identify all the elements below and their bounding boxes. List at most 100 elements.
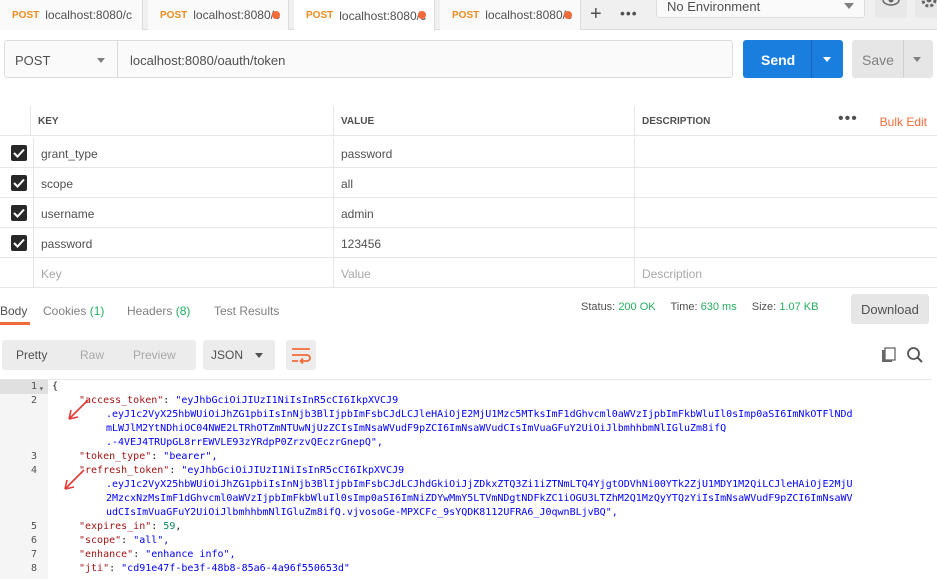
annotation-arrow-icon: [64, 469, 85, 490]
request-tab[interactable]: POST localhost:8080/c: [148, 0, 289, 30]
param-key-cell[interactable]: username: [33, 198, 333, 228]
copy-icon[interactable]: [881, 347, 897, 363]
wrap-lines-button[interactable]: [286, 340, 316, 370]
fold-arrow-icon[interactable]: ▾: [39, 382, 44, 396]
bulk-edit-link[interactable]: Bulk Edit: [880, 115, 927, 129]
response-tabs: Body Cookies (1) Headers (8) Test Result…: [0, 296, 937, 326]
response-body-viewer[interactable]: 1 ▾ { 2 "access_token": "eyJhbGciOiJIUzI…: [0, 379, 932, 579]
annotation-arrow-icon: [68, 399, 89, 420]
save-options-chevron-icon[interactable]: [913, 57, 921, 62]
line-number: 5: [30, 521, 37, 532]
tab-method: POST: [306, 10, 334, 21]
tab-body[interactable]: Body: [0, 304, 27, 318]
table-row: username admin: [0, 198, 937, 228]
line-number: 2: [30, 395, 37, 406]
line-number: 4: [30, 465, 37, 476]
unsaved-dot-icon: [272, 11, 280, 19]
line-number: 7: [30, 549, 37, 560]
row-checkbox[interactable]: [11, 235, 27, 251]
send-options-chevron-icon[interactable]: [823, 57, 831, 62]
param-description-cell[interactable]: [634, 198, 937, 228]
new-key-input[interactable]: Key: [33, 258, 333, 288]
gear-icon: [921, 0, 937, 8]
json-key: "token_type": [79, 451, 152, 462]
code-line: "access_token": "eyJhbGciOiJIUzI1NiIsInR…: [79, 395, 399, 406]
environment-quick-look-button[interactable]: [875, 0, 907, 18]
send-button-label: Send: [761, 52, 796, 68]
param-description-cell[interactable]: [634, 138, 937, 168]
chevron-down-icon: [97, 58, 105, 63]
table-header-row: KEY VALUE DESCRIPTION ••• Bulk Edit: [0, 106, 937, 136]
send-button[interactable]: Send: [743, 40, 843, 78]
code-line-wrap: 2MzcxNzMsImF1dGhvcml0aWVzIjpbImFkbWluIl0…: [106, 493, 853, 504]
code-line-wrap: .eyJ1c2VyX25hbWUiOiJhZG1pbiIsInNjb3BlIjp…: [106, 409, 853, 420]
response-status: Status: 200 OK Time: 630 ms Size: 1.07 K…: [581, 301, 830, 313]
json-key: "refresh_token": [79, 465, 170, 476]
new-tab-plus-icon[interactable]: +: [590, 3, 602, 26]
environment-settings-button[interactable]: [915, 0, 937, 18]
code-line: "expires_in": 59,: [79, 521, 182, 532]
request-tab[interactable]: POST localhost:8080/c: [0, 0, 143, 30]
new-value-input[interactable]: Value: [333, 258, 634, 288]
tab-method: POST: [12, 9, 40, 21]
request-url-value: localhost:8080/oauth/token: [130, 53, 286, 68]
row-checkbox[interactable]: [11, 205, 27, 221]
save-button[interactable]: Save: [852, 40, 933, 78]
tab-options-more-icon[interactable]: •••: [620, 5, 638, 21]
code-line: "refresh_token": "eyJhbGciOiJIUzI1NiIsIn…: [79, 465, 405, 476]
column-options-more-icon[interactable]: •••: [838, 110, 858, 128]
row-checkbox[interactable]: [11, 145, 27, 161]
request-tab[interactable]: POST localhost:8080/c: [440, 0, 581, 30]
line-number: 3: [30, 451, 37, 462]
tab-headers[interactable]: Headers (8): [127, 304, 190, 318]
checkmark-icon: [13, 178, 25, 188]
http-method-select[interactable]: POST: [4, 40, 118, 78]
request-url-input[interactable]: localhost:8080/oauth/token: [117, 40, 733, 78]
request-tab-bar: POST localhost:8080/c POST localhost:808…: [0, 0, 937, 31]
download-button[interactable]: Download: [851, 294, 929, 324]
new-description-input[interactable]: Description: [634, 258, 937, 288]
json-string: "eyJhbGciOiJIUzI1NiIsInR5cCI6IkpXVCJ9: [175, 395, 399, 406]
line-number: 8: [30, 563, 37, 574]
time-value: 630 ms: [700, 301, 737, 313]
format-select[interactable]: JSON: [203, 340, 275, 370]
json-key: "expires_in": [79, 521, 152, 532]
code-line-wrap: .eyJ1c2VyX25hbWUiOiJhZG1pbiIsInNjb3BlIjp…: [106, 479, 853, 490]
json-string: "bearer",: [163, 451, 218, 462]
tab-url: localhost:8080/c: [193, 8, 280, 22]
search-icon[interactable]: [906, 346, 924, 364]
send-divider: [811, 40, 812, 78]
code-line: "enhance": "enhance info",: [79, 549, 236, 560]
view-preview-button[interactable]: Preview: [133, 348, 176, 362]
param-key-cell[interactable]: scope: [33, 168, 333, 198]
param-value-cell[interactable]: admin: [333, 198, 634, 228]
param-description-cell[interactable]: [634, 228, 937, 258]
cookies-count: (1): [89, 304, 105, 318]
chevron-down-icon: [844, 3, 854, 9]
param-value-cell[interactable]: password: [333, 138, 634, 168]
line-number: 6: [30, 535, 37, 546]
environment-select[interactable]: No Environment: [656, 0, 865, 18]
param-key-cell[interactable]: password: [33, 228, 333, 258]
view-mode-segmented: Pretty Raw Preview: [2, 340, 196, 370]
param-key-cell[interactable]: grant_type: [33, 138, 333, 168]
tab-url: localhost:8080/c: [339, 8, 426, 23]
code-line-wrap: mLWJlM2YtNDhiOC04NWE2LTRhOTZmNTUwNjUzZCI…: [106, 423, 727, 434]
view-pretty-button[interactable]: Pretty: [16, 348, 47, 362]
tab-cookies-label: Cookies: [43, 304, 87, 318]
tab-cookies[interactable]: Cookies (1): [43, 304, 104, 318]
param-value-cell[interactable]: all: [333, 168, 634, 198]
code-line-wrap: udCIsImVuaGFuY2UiOiJlbmhhbmNlIGluZm8ifQ.…: [106, 507, 618, 518]
param-description-cell[interactable]: [634, 168, 937, 198]
json-number: 59: [163, 521, 176, 532]
http-method-value: POST: [15, 53, 51, 68]
code-line: "token_type": "bearer",: [79, 451, 218, 462]
view-raw-button[interactable]: Raw: [80, 348, 104, 362]
size-label: Size:: [751, 301, 777, 313]
request-tab-active[interactable]: POST localhost:8080/c: [294, 0, 435, 31]
json-string: "eyJhbGciOiJIUzI1NiIsInR5cCI6IkpXVCJ9: [181, 465, 405, 476]
param-value-cell[interactable]: 123456: [333, 228, 634, 258]
column-key-header: KEY: [30, 106, 333, 136]
row-checkbox[interactable]: [11, 175, 27, 191]
tab-test-results[interactable]: Test Results: [214, 304, 279, 318]
